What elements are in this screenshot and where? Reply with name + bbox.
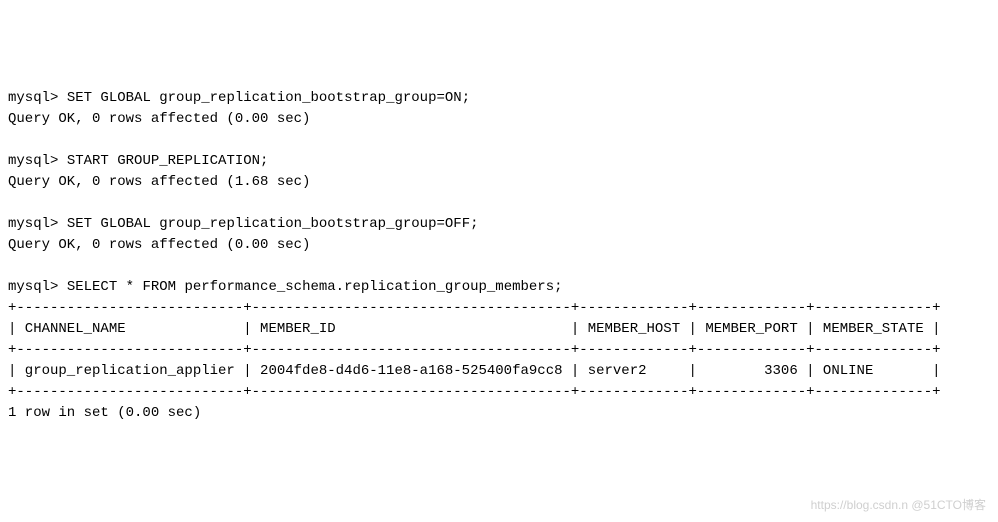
table-border-bottom: +---------------------------+-----------… [8, 384, 941, 400]
command-2: START GROUP_REPLICATION; [67, 153, 269, 169]
command-4: SELECT * FROM performance_schema.replica… [67, 279, 563, 295]
table-border-top: +---------------------------+-----------… [8, 300, 941, 316]
table-border-mid: +---------------------------+-----------… [8, 342, 941, 358]
command-3: SET GLOBAL group_replication_bootstrap_g… [67, 216, 479, 232]
command-1: SET GLOBAL group_replication_bootstrap_g… [67, 90, 470, 106]
response-2: Query OK, 0 rows affected (1.68 sec) [8, 174, 310, 190]
terminal-output: mysql> SET GLOBAL group_replication_boot… [8, 90, 941, 421]
watermark: https://blog.csdn.n @51CTO博客 [811, 496, 986, 514]
response-3: Query OK, 0 rows affected (0.00 sec) [8, 237, 310, 253]
prompt: mysql> [8, 153, 58, 169]
prompt: mysql> [8, 90, 58, 106]
prompt: mysql> [8, 279, 58, 295]
table-row: | group_replication_applier | 2004fde8-d… [8, 363, 941, 379]
response-1: Query OK, 0 rows affected (0.00 sec) [8, 111, 310, 127]
prompt: mysql> [8, 216, 58, 232]
table-footer: 1 row in set (0.00 sec) [8, 405, 201, 421]
table-header-row: | CHANNEL_NAME | MEMBER_ID | MEMBER_HOST… [8, 321, 941, 337]
